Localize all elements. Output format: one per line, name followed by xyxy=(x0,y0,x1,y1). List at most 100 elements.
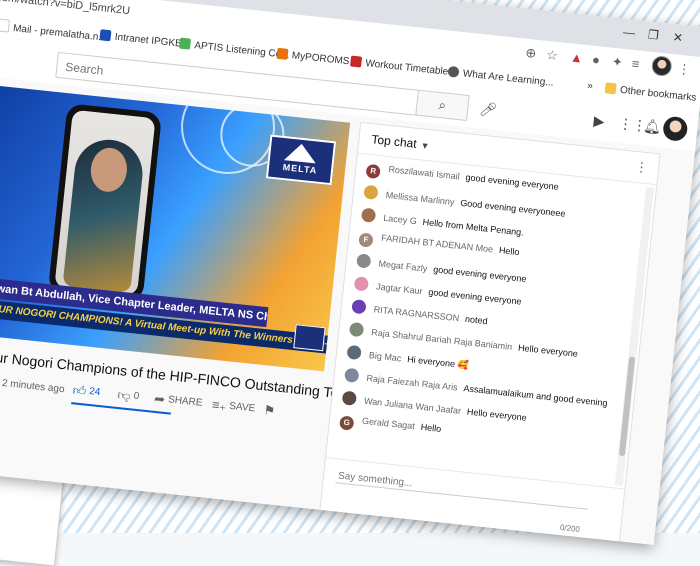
chat-author[interactable]: Jagtar Kaur xyxy=(376,281,423,296)
chat-mode-dropdown[interactable]: Top chat ▼ xyxy=(371,132,430,152)
chat-text: good evening everyone xyxy=(432,264,527,285)
small-melta-logo xyxy=(293,324,326,352)
chat-text: Good evening everyoneee xyxy=(459,197,566,219)
chat-menu-icon[interactable]: ⋮ xyxy=(634,159,648,176)
playlist-add-icon: ≡₊ xyxy=(211,396,228,414)
chat-avatar[interactable] xyxy=(341,390,358,406)
save-button[interactable]: ≡₊ SAVE xyxy=(211,397,256,417)
bookmark-label: What Are Learning... xyxy=(462,68,555,89)
melta-logo: MELTA xyxy=(265,134,337,186)
like-count: 24 xyxy=(88,386,101,399)
video-player[interactable]: MELTA g Pui Kwan Bt Abdullah, Vice Chapt… xyxy=(0,83,351,372)
search-button[interactable]: ⌕ xyxy=(415,89,470,121)
live-chat-panel: Top chat ▼ ⋮ R Roszilawati Ismail good even… xyxy=(318,121,661,545)
chat-message: Big Mac Hi everyone 🥰 xyxy=(346,344,470,372)
chat-messages: R Roszilawati Ismail good evening everyone… xyxy=(326,155,656,485)
intranet-icon xyxy=(99,29,112,42)
like-button[interactable]: 👍︎ 24 xyxy=(72,382,101,401)
bookmark-item[interactable]: What Are Learning... xyxy=(447,65,555,89)
bookmark-item[interactable]: Workout Timetable... xyxy=(350,55,458,79)
chat-author[interactable]: Mellissa Marlinny xyxy=(385,190,455,207)
media-icon[interactable]: ≡ xyxy=(631,56,640,72)
chat-avatar[interactable]: R xyxy=(365,163,381,180)
share-label: SHARE xyxy=(167,394,203,409)
dislike-count: 0 xyxy=(132,390,140,403)
bookmarks-overflow[interactable]: » xyxy=(587,80,594,92)
minimize-icon[interactable]: — xyxy=(622,25,635,40)
browser-window: ← ✕ + — ❐ ✕ e.com/watch?v=biD_l5mrk2U ⊕ … xyxy=(0,0,700,545)
stream-status: d streaming 2 minutes ago xyxy=(0,372,66,396)
chat-author[interactable]: Raja Shahrul Bariah Raja Baniamin xyxy=(371,327,513,352)
chat-author[interactable]: Lacey G xyxy=(383,213,417,226)
chevron-down-icon: ▼ xyxy=(420,140,430,152)
chat-text: noted xyxy=(464,313,489,327)
bookmark-item[interactable]: MyPOROMS xyxy=(276,47,350,68)
mail-icon xyxy=(0,18,11,33)
account-avatar[interactable] xyxy=(662,115,689,142)
chat-avatar[interactable] xyxy=(344,367,360,384)
chat-avatar[interactable] xyxy=(356,253,372,269)
folder-icon xyxy=(604,82,617,95)
aptis-icon xyxy=(178,37,192,50)
thumbs-down-icon: 👎︎ xyxy=(116,386,132,404)
chat-avatar[interactable] xyxy=(346,344,362,361)
logo-text: MELTA xyxy=(282,162,318,176)
chat-char-counter: 0/200 xyxy=(559,522,581,535)
profile-avatar[interactable] xyxy=(650,55,673,78)
chat-author[interactable]: FARIDAH BT ADENAN Moe xyxy=(381,233,494,255)
workout-icon xyxy=(350,55,363,68)
globe-icon xyxy=(447,65,460,78)
chat-author[interactable]: Wan Juliana Wan Jaafar xyxy=(364,396,462,416)
chat-text: good evening everyone xyxy=(465,172,560,192)
bookmark-label: Workout Timetable... xyxy=(364,58,458,79)
bookmark-star-icon[interactable]: ☆ xyxy=(545,47,559,64)
chat-text: Hello everyone xyxy=(466,406,528,423)
close-window-icon[interactable]: ✕ xyxy=(672,30,683,45)
extension-icon[interactable]: ● xyxy=(591,52,600,68)
chat-avatar[interactable] xyxy=(360,207,377,223)
chat-text: Hi everyone 🥰 xyxy=(406,354,470,371)
chat-author[interactable]: Big Mac xyxy=(368,350,401,363)
chat-author[interactable]: Gerald Sagat xyxy=(362,416,416,431)
chat-avatar[interactable] xyxy=(348,321,365,338)
puzzle-icon[interactable]: ✦ xyxy=(611,54,623,71)
watch-page: MELTA g Pui Kwan Bt Abdullah, Vice Chapt… xyxy=(0,75,696,545)
chat-text: Hello from Melta Penang. xyxy=(422,216,525,238)
chat-author[interactable]: Raja Faiezah Raja Aris xyxy=(366,373,458,393)
chat-text: Hello xyxy=(420,421,442,434)
other-bookmarks-label: Other bookmarks xyxy=(619,84,697,104)
dislike-button[interactable]: 👎︎ 0 xyxy=(117,387,140,405)
logo-peak xyxy=(283,142,318,164)
chat-avatar[interactable]: F xyxy=(358,232,374,248)
bookmark-label: Intranet IPGKBA xyxy=(114,31,189,51)
poroms-icon xyxy=(276,47,289,60)
chat-author[interactable]: Megat Fazly xyxy=(378,259,428,274)
flag-icon: ⚑ xyxy=(262,402,277,419)
chat-author[interactable]: RITA RAGNARSSON xyxy=(373,304,459,323)
chat-author[interactable]: Roszilawati Ismail xyxy=(388,164,460,181)
chat-avatar[interactable] xyxy=(351,299,367,315)
pdf-extension-icon[interactable]: ▲ xyxy=(569,49,583,65)
other-bookmarks[interactable]: Other bookmarks xyxy=(604,82,697,104)
bookmark-label: MyPOROMS xyxy=(291,50,350,68)
chat-message: G Gerald Sagat Hello xyxy=(339,413,442,440)
chat-avatar[interactable]: G xyxy=(339,415,355,431)
chat-text: good evening everyone xyxy=(427,286,523,307)
chat-message: RITA RAGNARSSON noted xyxy=(351,299,488,327)
maximize-icon[interactable]: ❐ xyxy=(647,27,659,42)
cast-icon[interactable]: ⊕ xyxy=(525,45,537,62)
chat-avatar[interactable] xyxy=(363,184,379,201)
create-video-icon[interactable]: ▶︎ xyxy=(593,112,605,130)
report-flag-button[interactable]: ⚑ xyxy=(263,402,279,419)
menu-dots-icon[interactable]: ⋮ xyxy=(677,61,691,78)
phone-frame xyxy=(47,103,163,303)
share-button[interactable]: ➦ SHARE xyxy=(153,391,203,412)
microphone-icon[interactable]: 🎤︎ xyxy=(478,100,498,119)
speaker-video xyxy=(54,109,156,296)
chat-text: Hello xyxy=(498,245,520,258)
address-bar[interactable]: e.com/watch?v=biD_l5mrk2U xyxy=(0,0,131,17)
notifications-bell-icon[interactable]: 🔔︎ xyxy=(643,118,662,137)
bookmark-item[interactable]: Intranet IPGKBA xyxy=(99,29,189,50)
chat-avatar[interactable] xyxy=(353,276,370,292)
thumbs-up-icon: 👍︎ xyxy=(71,382,88,399)
